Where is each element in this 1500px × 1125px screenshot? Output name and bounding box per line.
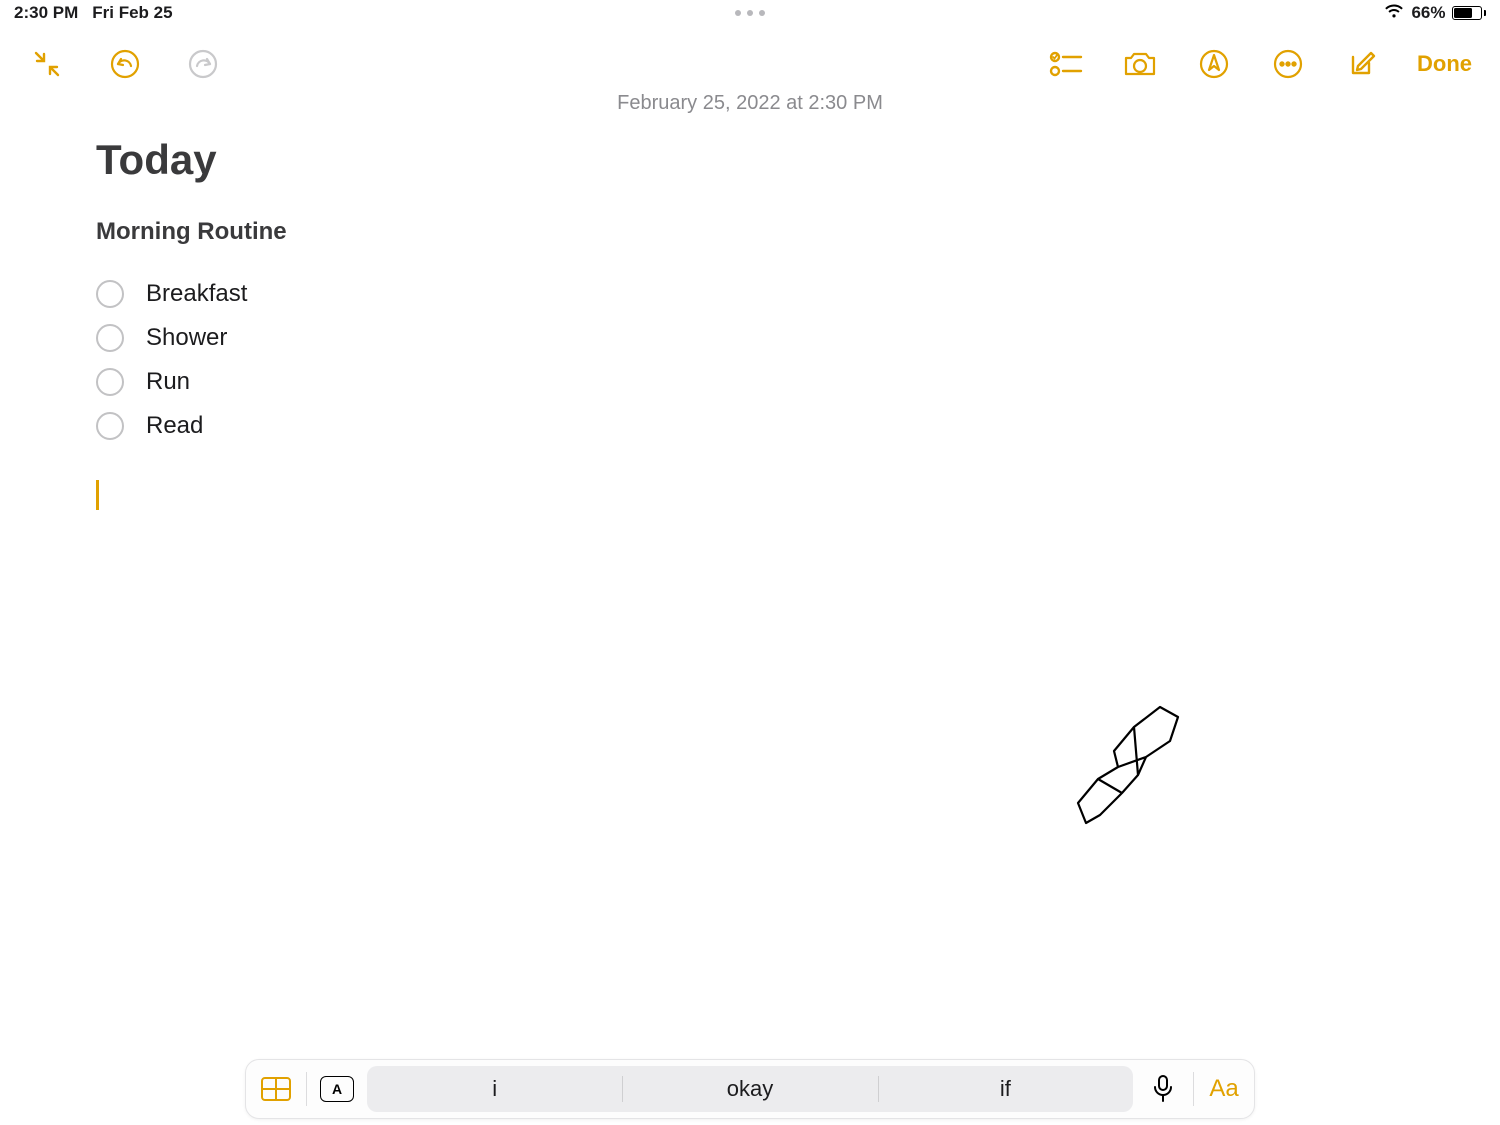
checklist: Breakfast Shower Run Read: [96, 280, 1440, 440]
checklist-button[interactable]: [1047, 45, 1085, 83]
checklist-item-label[interactable]: Shower: [146, 324, 227, 352]
note-toolbar: Done: [0, 36, 1500, 92]
camera-button[interactable]: [1121, 45, 1159, 83]
keyboard-toolbar: A i okay if Aa: [245, 1059, 1255, 1119]
undo-button[interactable]: [106, 45, 144, 83]
suggestion[interactable]: okay: [622, 1066, 877, 1112]
note-subtitle[interactable]: Morning Routine: [96, 218, 1440, 246]
unchecked-circle-icon[interactable]: [96, 412, 124, 440]
divider: [1193, 1072, 1194, 1106]
markup-button[interactable]: [1195, 45, 1233, 83]
suggestion[interactable]: if: [878, 1066, 1133, 1112]
compose-button[interactable]: [1343, 45, 1381, 83]
language-button[interactable]: A: [317, 1069, 357, 1109]
note-title[interactable]: Today: [96, 136, 1440, 184]
status-date: Fri Feb 25: [92, 3, 172, 23]
more-button[interactable]: [1269, 45, 1307, 83]
checklist-item[interactable]: Breakfast: [96, 280, 1440, 308]
note-body[interactable]: Today Morning Routine Breakfast Shower R…: [96, 118, 1440, 456]
table-button[interactable]: [256, 1069, 296, 1109]
ink-drawing: [1070, 695, 1190, 835]
note-timestamp: February 25, 2022 at 2:30 PM: [0, 92, 1500, 115]
divider: [306, 1072, 307, 1106]
checklist-item-label[interactable]: Read: [146, 412, 203, 440]
text-cursor: [96, 480, 99, 510]
checklist-item[interactable]: Read: [96, 412, 1440, 440]
wifi-icon: [1383, 3, 1405, 24]
suggestion-bar: i okay if: [367, 1066, 1133, 1112]
multitask-dots-icon[interactable]: [735, 10, 765, 16]
checklist-item-label[interactable]: Run: [146, 368, 190, 396]
checklist-item[interactable]: Run: [96, 368, 1440, 396]
battery-percent: 66%: [1411, 3, 1445, 23]
language-label: A: [320, 1076, 354, 1102]
unchecked-circle-icon[interactable]: [96, 324, 124, 352]
status-time: 2:30 PM: [14, 3, 78, 23]
collapse-button[interactable]: [28, 45, 66, 83]
dictation-button[interactable]: [1143, 1069, 1183, 1109]
checklist-item-label[interactable]: Breakfast: [146, 280, 247, 308]
checklist-item[interactable]: Shower: [96, 324, 1440, 352]
text-format-button[interactable]: Aa: [1204, 1075, 1244, 1103]
unchecked-circle-icon[interactable]: [96, 280, 124, 308]
redo-button: [184, 45, 222, 83]
unchecked-circle-icon[interactable]: [96, 368, 124, 396]
battery-icon: [1452, 6, 1487, 20]
done-button[interactable]: Done: [1417, 51, 1472, 77]
suggestion[interactable]: i: [367, 1066, 622, 1112]
